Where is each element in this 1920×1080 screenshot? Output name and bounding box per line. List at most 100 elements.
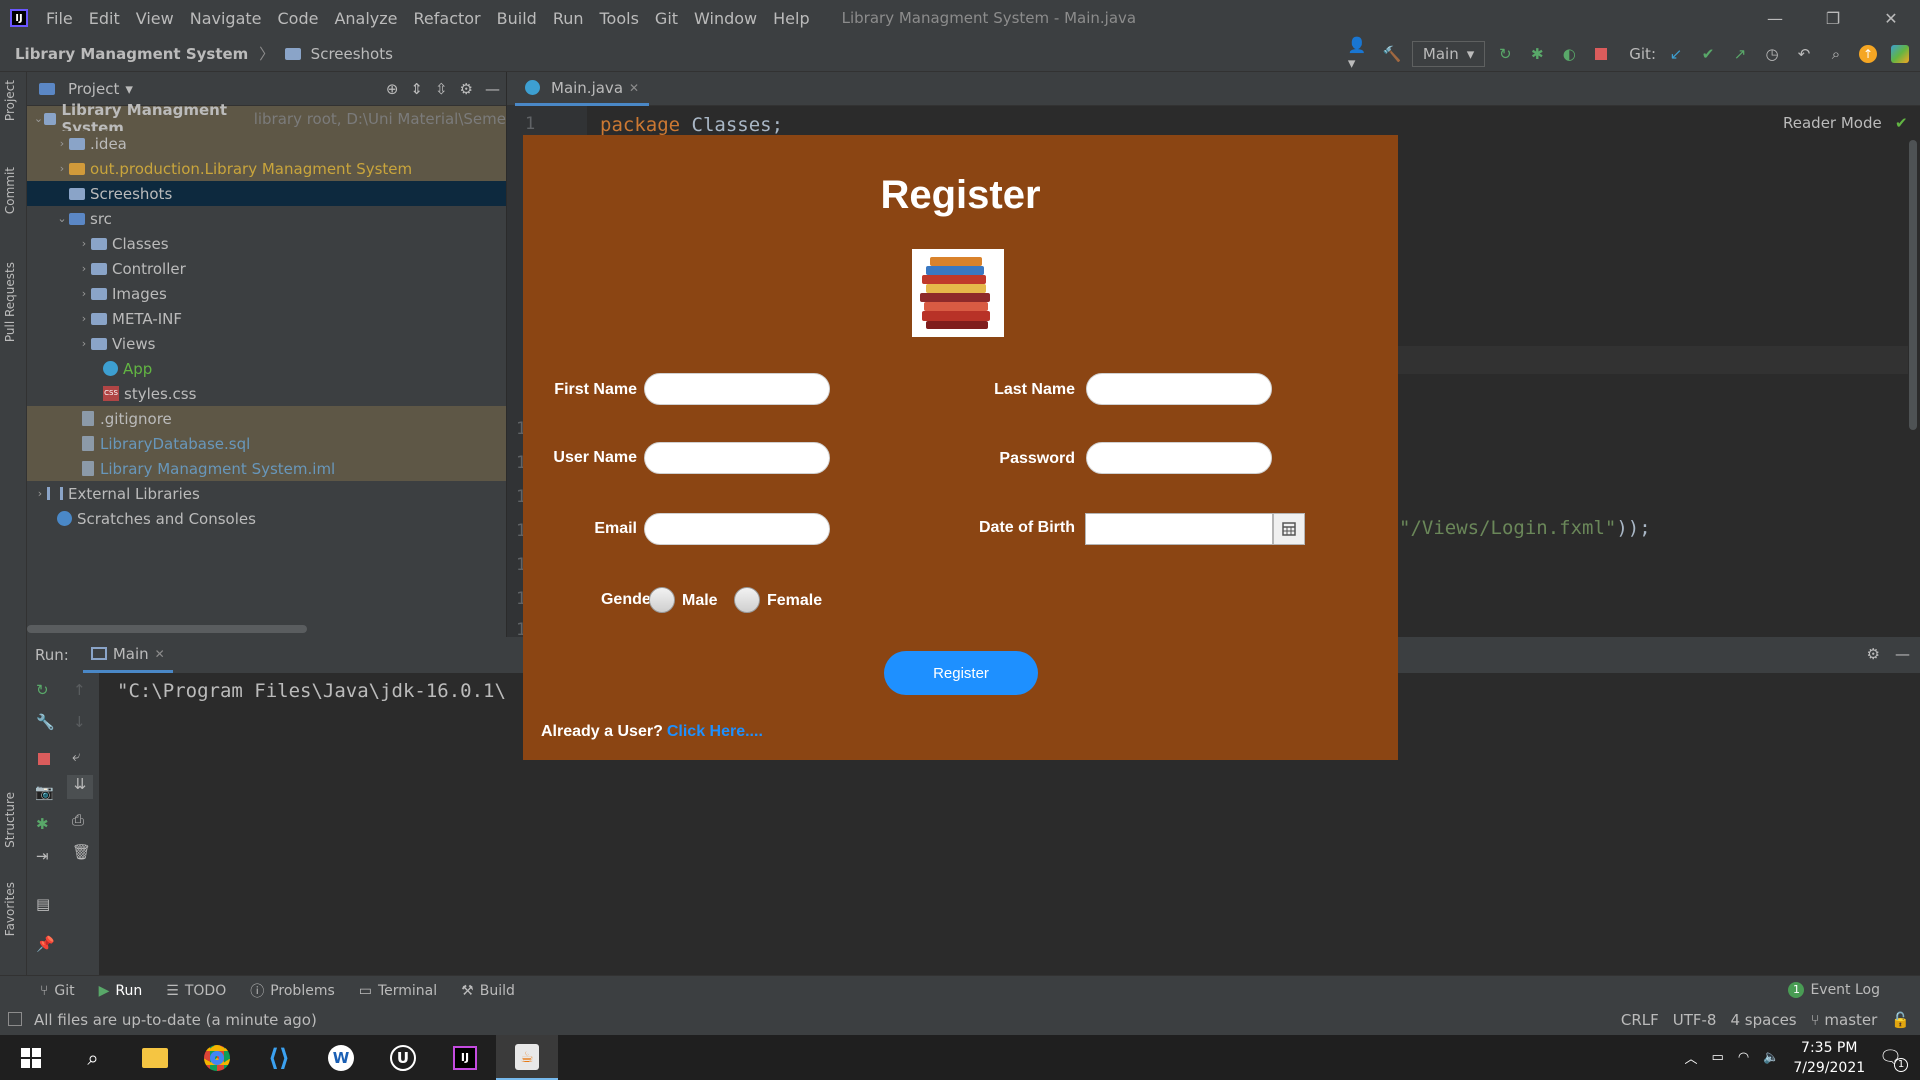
debug-icon[interactable]: ✱ (36, 815, 49, 833)
menu-file[interactable]: File (38, 9, 81, 28)
vscode-icon[interactable]: ⟨⟩ (248, 1035, 310, 1080)
menu-refactor[interactable]: Refactor (406, 9, 489, 28)
tree-item-iml[interactable]: Library Managment System.iml (27, 456, 506, 481)
build-hammer-icon[interactable]: 🔨 (1380, 42, 1404, 66)
tree-item-screeshots[interactable]: Screeshots (27, 181, 506, 206)
update-icon[interactable]: ↑ (1856, 42, 1880, 66)
user-name-input[interactable] (644, 442, 830, 474)
vertical-scrollbar[interactable] (1909, 140, 1917, 430)
tree-item-app[interactable]: App (27, 356, 506, 381)
pull-requests-tool-tab[interactable]: Pull Requests (3, 262, 17, 342)
gear-icon[interactable]: ⚙ (460, 80, 473, 98)
tree-item-controller[interactable]: › Controller (27, 256, 506, 281)
restore-button[interactable]: ❐ (1804, 0, 1862, 36)
male-radio-label[interactable]: Male (682, 592, 718, 610)
minimize-button[interactable]: — (1746, 0, 1804, 36)
chevron-up-icon[interactable]: ︿ (1685, 1048, 1698, 1067)
female-radio[interactable] (734, 587, 760, 613)
search-icon[interactable]: ⌕ (62, 1035, 124, 1080)
app-w-icon[interactable]: W (310, 1035, 372, 1080)
camera-icon[interactable]: 📷 (35, 783, 54, 801)
git-commit-icon[interactable]: ✔ (1696, 42, 1720, 66)
chevron-down-icon[interactable]: ▾ (125, 80, 133, 98)
rollback-icon[interactable]: ↶ (1792, 42, 1816, 66)
git-branch[interactable]: ⑂ master (1811, 1011, 1878, 1029)
tool-tab-problems[interactable]: ⓘ Problems (250, 981, 335, 1001)
arrow-down-icon[interactable]: ↓ (73, 713, 86, 731)
close-button[interactable]: ✕ (1862, 0, 1920, 36)
debug-icon[interactable]: ✱ (1525, 42, 1549, 66)
history-icon[interactable]: ◷ (1760, 42, 1784, 66)
tab-main-java[interactable]: Main.java ✕ (515, 72, 650, 106)
tool-tab-git[interactable]: ⑂ Git (40, 983, 75, 999)
breadcrumb-project[interactable]: Library Managment System (15, 45, 248, 63)
expand-all-icon[interactable]: ⇕ (410, 80, 423, 98)
tree-item-images[interactable]: › Images (27, 281, 506, 306)
menu-window[interactable]: Window (686, 9, 765, 28)
chevron-right-icon[interactable]: › (77, 262, 91, 275)
intellij-icon[interactable]: IJ (434, 1035, 496, 1080)
close-icon[interactable]: ✕ (155, 647, 165, 661)
volume-icon[interactable]: 🔈 (1763, 1050, 1779, 1065)
stop-icon[interactable] (38, 753, 50, 765)
chevron-down-icon[interactable]: ⌄ (55, 212, 69, 225)
scroll-to-end-icon[interactable]: ⇊ (67, 775, 93, 799)
file-explorer-icon[interactable] (124, 1035, 186, 1080)
menu-analyze[interactable]: Analyze (326, 9, 405, 28)
tab-run-main[interactable]: Main ✕ (82, 637, 173, 673)
line-separator[interactable]: CRLF (1621, 1011, 1659, 1029)
chevron-right-icon[interactable]: › (77, 337, 91, 350)
tree-item-classes[interactable]: › Classes (27, 231, 506, 256)
login-link[interactable]: Click Here.... (667, 723, 763, 740)
menu-run[interactable]: Run (545, 9, 592, 28)
plugin-icon[interactable] (1888, 42, 1912, 66)
battery-icon[interactable]: ▭ (1712, 1050, 1724, 1065)
tree-item-src[interactable]: ⌄ src (27, 206, 506, 231)
java-app-icon[interactable]: ☕ (496, 1035, 558, 1080)
menu-edit[interactable]: Edit (81, 9, 128, 28)
soft-wrap-icon[interactable]: ⤶ (72, 747, 80, 765)
git-update-icon[interactable]: ↙ (1664, 42, 1688, 66)
file-encoding[interactable]: UTF-8 (1673, 1011, 1717, 1029)
menu-help[interactable]: Help (765, 9, 817, 28)
search-icon[interactable]: ⌕ (1824, 42, 1848, 66)
commit-tool-tab[interactable]: Commit (3, 167, 17, 214)
reader-mode-toggle[interactable]: Reader Mode (1783, 114, 1882, 132)
chevron-right-icon[interactable]: › (33, 487, 47, 500)
rerun-icon[interactable]: ↻ (1493, 42, 1517, 66)
lock-icon[interactable]: 🔓 (1891, 1011, 1910, 1029)
gear-icon[interactable]: ⚙ (1867, 645, 1880, 663)
tree-item-database-sql[interactable]: LibraryDatabase.sql (27, 431, 506, 456)
tool-tab-run[interactable]: ▶ Run (99, 983, 143, 999)
close-icon[interactable]: ✕ (629, 81, 639, 95)
tree-item-styles-css[interactable]: CSS styles.css (27, 381, 506, 406)
menu-build[interactable]: Build (489, 9, 545, 28)
dob-input[interactable] (1085, 513, 1273, 545)
run-config-select[interactable]: Main ▾ (1411, 41, 1486, 67)
male-radio[interactable] (649, 587, 675, 613)
tool-tab-todo[interactable]: ☰ TODO (166, 983, 226, 999)
console-output[interactable]: "C:\Program Files\Java\jdk-16.0.1\ (117, 680, 506, 702)
git-push-icon[interactable]: ↗ (1728, 42, 1752, 66)
tree-item-project-root[interactable]: ⌄ Library Managment System library root,… (27, 101, 506, 137)
project-tool-tab[interactable]: Project (3, 80, 17, 121)
tree-item-external-libraries[interactable]: › External Libraries (27, 481, 506, 506)
email-input[interactable] (644, 513, 830, 545)
first-name-input[interactable] (644, 373, 830, 405)
tree-item-scratches[interactable]: Scratches and Consoles (27, 506, 506, 531)
collapse-all-icon[interactable]: ⇳ (435, 80, 448, 98)
unreal-icon[interactable]: U (372, 1035, 434, 1080)
hide-icon[interactable]: — (1895, 645, 1910, 663)
tool-tab-terminal[interactable]: ▭ Terminal (359, 983, 437, 999)
layout-icon[interactable]: ▤ (36, 895, 50, 913)
tree-item-views[interactable]: › Views (27, 331, 506, 356)
project-panel-title[interactable]: Project (68, 80, 119, 98)
event-log-button[interactable]: 1 Event Log (1788, 982, 1880, 998)
register-button[interactable]: Register (884, 651, 1038, 695)
locate-icon[interactable]: ⊕ (386, 80, 399, 98)
tool-tab-build[interactable]: ⚒ Build (461, 983, 515, 999)
wifi-icon[interactable]: ◠ (1738, 1050, 1749, 1065)
horizontal-scrollbar[interactable] (27, 625, 307, 633)
notifications-icon[interactable]: 🗨 1 (1879, 1047, 1908, 1072)
menu-view[interactable]: View (128, 9, 182, 28)
